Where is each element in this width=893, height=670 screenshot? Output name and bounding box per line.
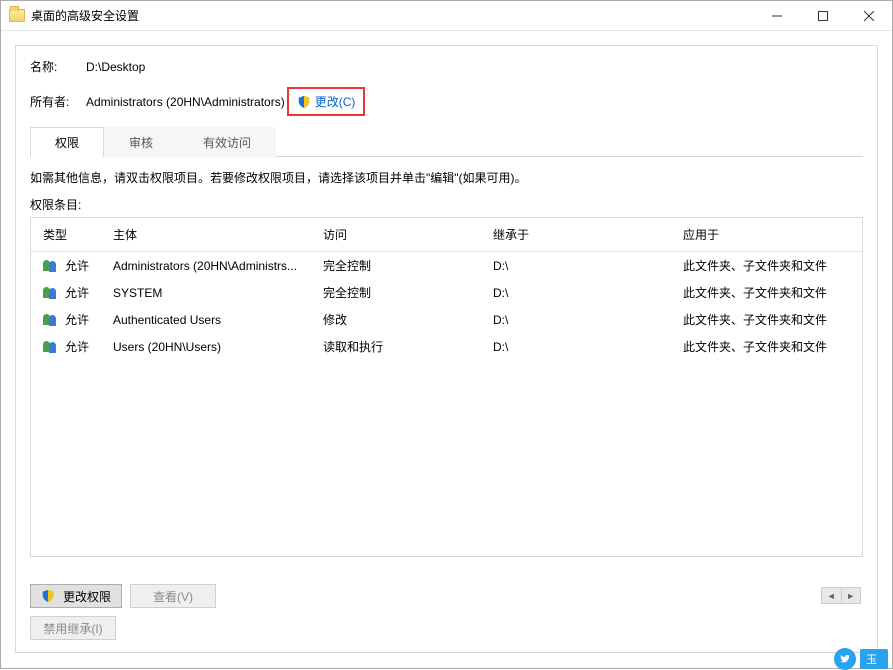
tab-bar: 权限 审核 有效访问 bbox=[30, 126, 863, 157]
disable-inheritance-button: 禁用继承(I) bbox=[30, 616, 116, 640]
owner-value: Administrators (20HN\Administrators) bbox=[86, 95, 285, 109]
shield-icon bbox=[297, 95, 311, 109]
folder-icon bbox=[9, 9, 25, 22]
col-type[interactable]: 类型 bbox=[37, 222, 107, 247]
table-row[interactable]: 允许 Users (20HN\Users) 读取和执行 D:\ 此文件夹、子文件… bbox=[31, 333, 862, 360]
name-label: 名称: bbox=[30, 58, 86, 75]
watermark-icon bbox=[834, 648, 856, 670]
tab-permissions[interactable]: 权限 bbox=[30, 127, 104, 157]
scroll-right-icon[interactable]: ► bbox=[842, 588, 861, 603]
view-button: 查看(V) bbox=[130, 584, 216, 608]
group-icon bbox=[43, 341, 59, 353]
table-row[interactable]: 允许 Authenticated Users 修改 D:\ 此文件夹、子文件夹和… bbox=[31, 306, 862, 333]
watermark: 玉 bbox=[834, 648, 888, 670]
edit-permissions-button[interactable]: 更改权限 bbox=[30, 584, 122, 608]
col-principal[interactable]: 主体 bbox=[107, 222, 317, 247]
tab-audit[interactable]: 审核 bbox=[104, 127, 178, 157]
change-owner-link[interactable]: 更改(C) bbox=[315, 93, 356, 110]
watermark-text: 玉 bbox=[860, 649, 888, 669]
security-dialog: 桌面的高级安全设置 名称: D:\Desktop 所有者: Administra… bbox=[0, 0, 893, 669]
group-icon bbox=[43, 260, 59, 272]
permissions-section-label: 权限条目: bbox=[30, 196, 863, 213]
col-access[interactable]: 访问 bbox=[317, 222, 487, 247]
minimize-button[interactable] bbox=[754, 1, 800, 30]
col-inherited[interactable]: 继承于 bbox=[487, 222, 677, 247]
list-header: 类型 主体 访问 继承于 应用于 bbox=[31, 218, 862, 252]
col-applies[interactable]: 应用于 bbox=[677, 222, 856, 247]
name-value: D:\Desktop bbox=[86, 60, 145, 74]
main-panel: 名称: D:\Desktop 所有者: Administrators (20HN… bbox=[15, 45, 878, 653]
permissions-list[interactable]: 类型 主体 访问 继承于 应用于 允许 Administrators (20HN… bbox=[30, 217, 863, 557]
window-title: 桌面的高级安全设置 bbox=[31, 7, 754, 24]
table-row[interactable]: 允许 SYSTEM 完全控制 D:\ 此文件夹、子文件夹和文件 bbox=[31, 279, 862, 306]
tab-effective-access[interactable]: 有效访问 bbox=[178, 127, 276, 157]
horizontal-scroll-stub[interactable]: ◄ ► bbox=[821, 587, 861, 604]
window-controls bbox=[754, 1, 892, 30]
group-icon bbox=[43, 314, 59, 326]
owner-label: 所有者: bbox=[30, 93, 86, 110]
group-icon bbox=[43, 287, 59, 299]
close-button[interactable] bbox=[846, 1, 892, 30]
maximize-button[interactable] bbox=[800, 1, 846, 30]
shield-icon bbox=[41, 589, 55, 603]
titlebar: 桌面的高级安全设置 bbox=[1, 1, 892, 31]
table-row[interactable]: 允许 Administrators (20HN\Administrs... 完全… bbox=[31, 252, 862, 279]
scroll-left-icon[interactable]: ◄ bbox=[822, 588, 842, 603]
hint-text: 如需其他信息，请双击权限项目。若要修改权限项目，请选择该项目并单击"编辑"(如果… bbox=[30, 169, 863, 186]
change-owner-highlight: 更改(C) bbox=[287, 87, 366, 116]
